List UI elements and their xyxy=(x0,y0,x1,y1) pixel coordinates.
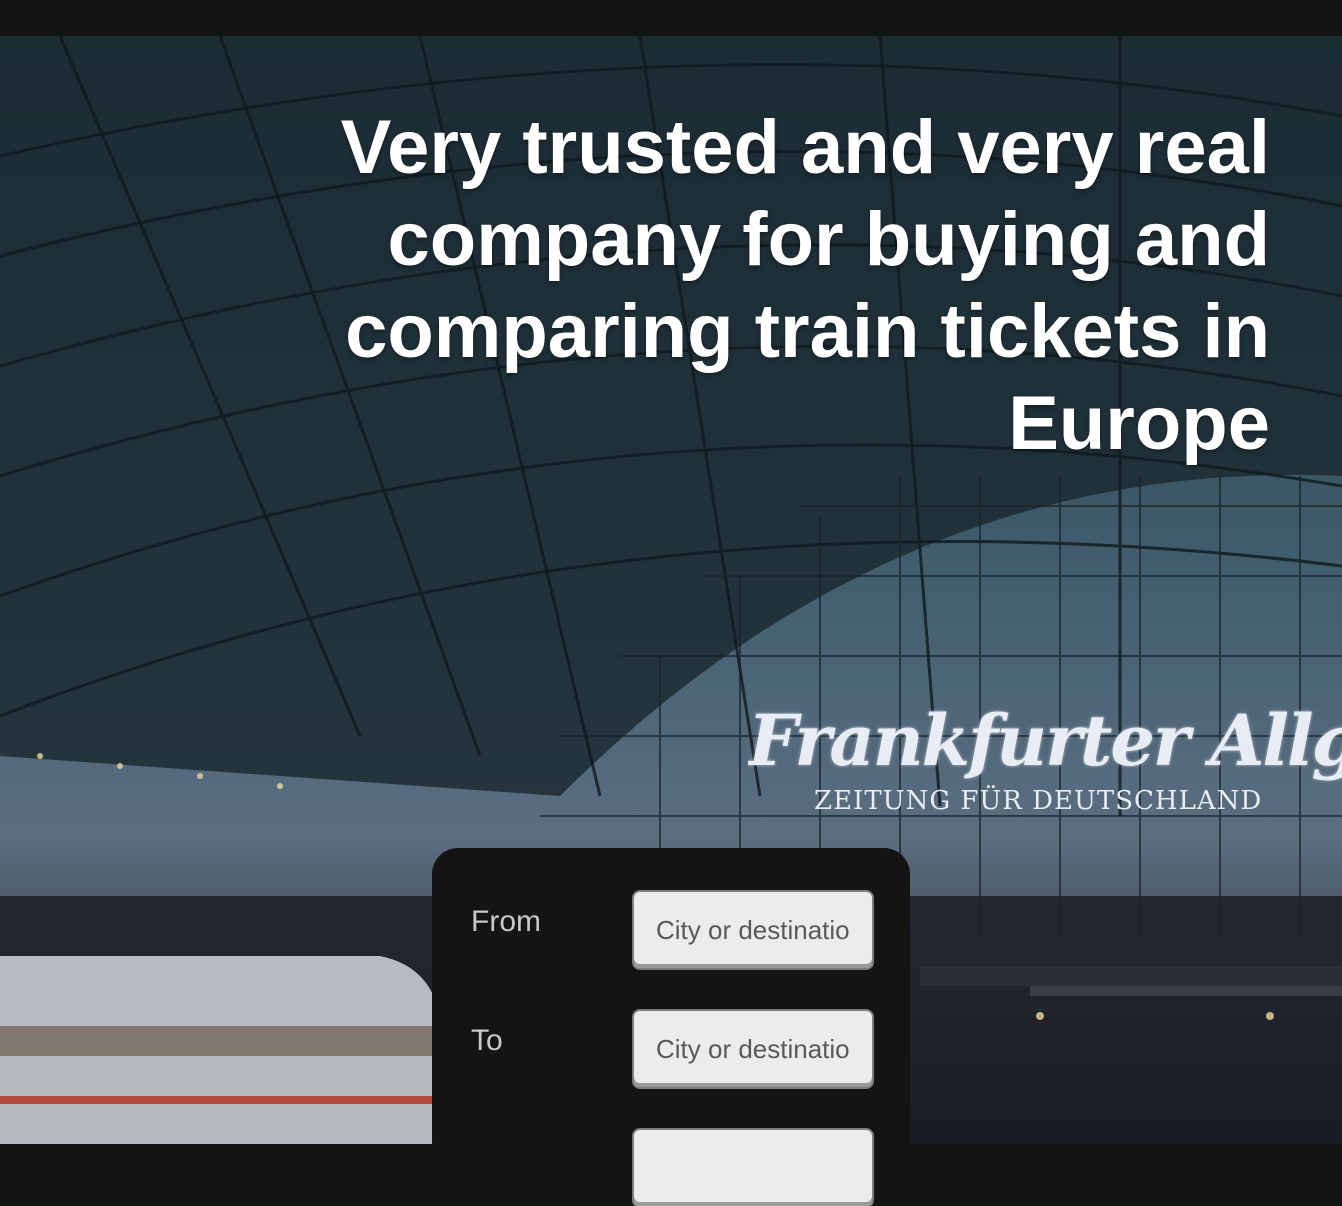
hero-headline: Very trusted and very real company for b… xyxy=(340,105,1270,466)
to-label: To xyxy=(471,1024,503,1057)
to-row: To xyxy=(432,1011,910,1087)
from-row: From xyxy=(432,892,910,968)
to-input[interactable] xyxy=(634,1011,872,1087)
from-label: From xyxy=(471,905,541,938)
top-bar xyxy=(0,0,1342,36)
third-input[interactable] xyxy=(634,1130,872,1206)
sign-title: Frankfurter Allgemeine xyxy=(748,699,1342,782)
sign-subtitle: ZEITUNG FÜR DEUTSCHLAND xyxy=(814,786,1263,816)
ticket-search-panel: From To xyxy=(432,848,910,1206)
station-sign: Frankfurter Allgemeine ZEITUNG FÜR DEUTS… xyxy=(748,696,1342,826)
third-row xyxy=(432,1130,910,1206)
from-input[interactable] xyxy=(634,892,872,968)
